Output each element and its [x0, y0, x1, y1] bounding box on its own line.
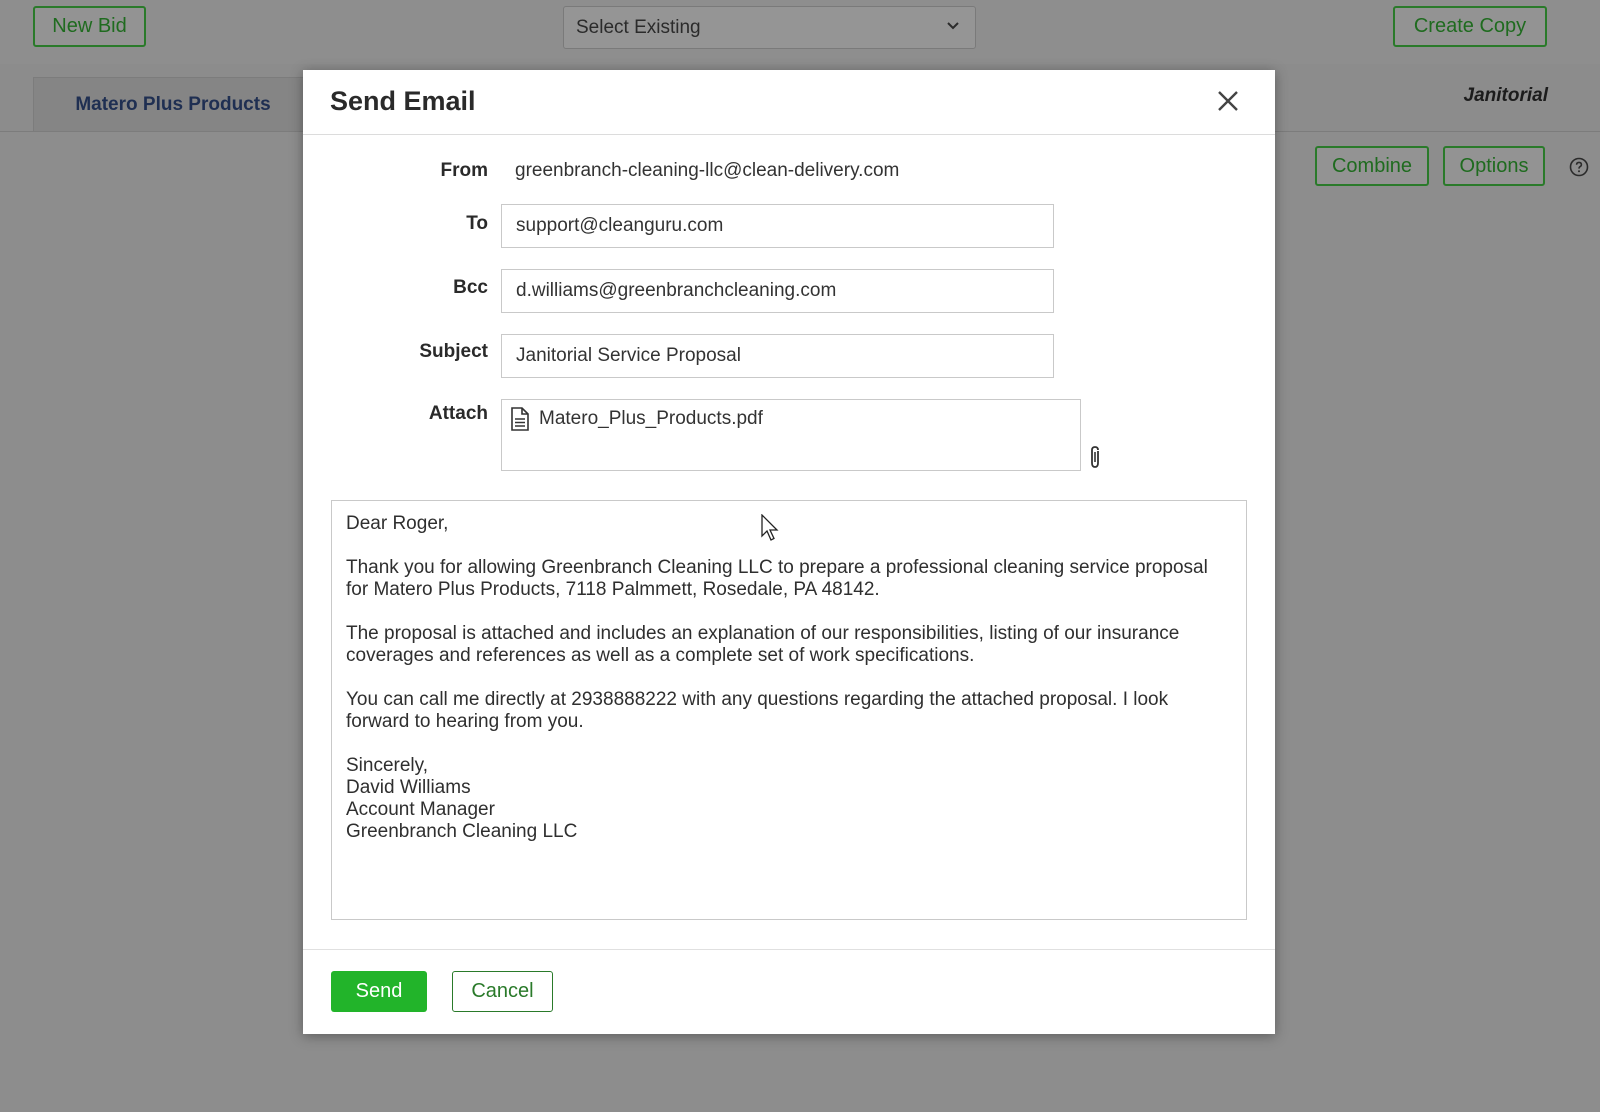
- dialog-header: Send Email: [303, 70, 1275, 135]
- options-button[interactable]: Options: [1443, 146, 1545, 186]
- tab-customer[interactable]: Matero Plus Products: [33, 77, 313, 131]
- to-field[interactable]: [501, 204, 1054, 248]
- signature-block: Sincerely, David Williams Account Manage…: [346, 755, 1232, 843]
- subject-field[interactable]: [501, 334, 1054, 378]
- from-label: From: [440, 160, 489, 181]
- email-body-editor[interactable]: Dear Roger, Thank you for allowing Green…: [331, 500, 1247, 920]
- body-paragraph-2: The proposal is attached and includes an…: [346, 623, 1180, 666]
- dialog-footer: Send Cancel: [303, 949, 1275, 1035]
- signature-company: Greenbranch Cleaning LLC: [346, 821, 578, 842]
- help-circle-icon[interactable]: [1569, 157, 1589, 177]
- attach-label: Attach: [428, 403, 488, 424]
- from-value: greenbranch-cleaning-llc@clean-delivery.…: [515, 160, 900, 181]
- attachment-filename: Matero_Plus_Products.pdf: [539, 408, 763, 429]
- body-greeting: Dear Roger,: [346, 513, 449, 534]
- attachment-item[interactable]: Matero_Plus_Products.pdf: [510, 407, 763, 431]
- mouse-cursor-icon: [761, 514, 779, 541]
- send-email-dialog: Send Email From greenbranch-cleaning-llc…: [303, 70, 1275, 1034]
- send-button[interactable]: Send: [331, 971, 427, 1012]
- file-document-icon: [511, 407, 529, 431]
- close-icon[interactable]: [1216, 89, 1240, 113]
- body-paragraph-1: Thank you for allowing Greenbranch Clean…: [346, 557, 1208, 600]
- service-type-label: Janitorial: [1463, 85, 1548, 106]
- select-existing-value: Select Existing: [576, 16, 701, 38]
- body-paragraph-3: You can call me directly at 2938888222 w…: [346, 689, 1169, 732]
- select-existing-dropdown[interactable]: Select Existing: [563, 6, 976, 49]
- top-toolbar: New Bid Select Existing Create Copy: [0, 0, 1600, 64]
- subject-label: Subject: [419, 341, 488, 362]
- signature-title: Account Manager: [346, 799, 495, 820]
- create-copy-button[interactable]: Create Copy: [1393, 6, 1547, 47]
- bcc-label: Bcc: [453, 277, 488, 298]
- bcc-field[interactable]: [501, 269, 1054, 313]
- combine-button[interactable]: Combine: [1315, 146, 1429, 186]
- new-bid-button[interactable]: New Bid: [33, 6, 146, 47]
- paperclip-icon[interactable]: [1086, 445, 1104, 471]
- dialog-title: Send Email: [330, 86, 476, 116]
- body-closing: Sincerely,: [346, 755, 429, 776]
- to-label: To: [466, 213, 488, 234]
- chevron-down-icon: [947, 22, 959, 30]
- cancel-button[interactable]: Cancel: [452, 971, 553, 1012]
- attachments-box[interactable]: Matero_Plus_Products.pdf: [501, 399, 1081, 471]
- signature-name: David Williams: [346, 777, 471, 798]
